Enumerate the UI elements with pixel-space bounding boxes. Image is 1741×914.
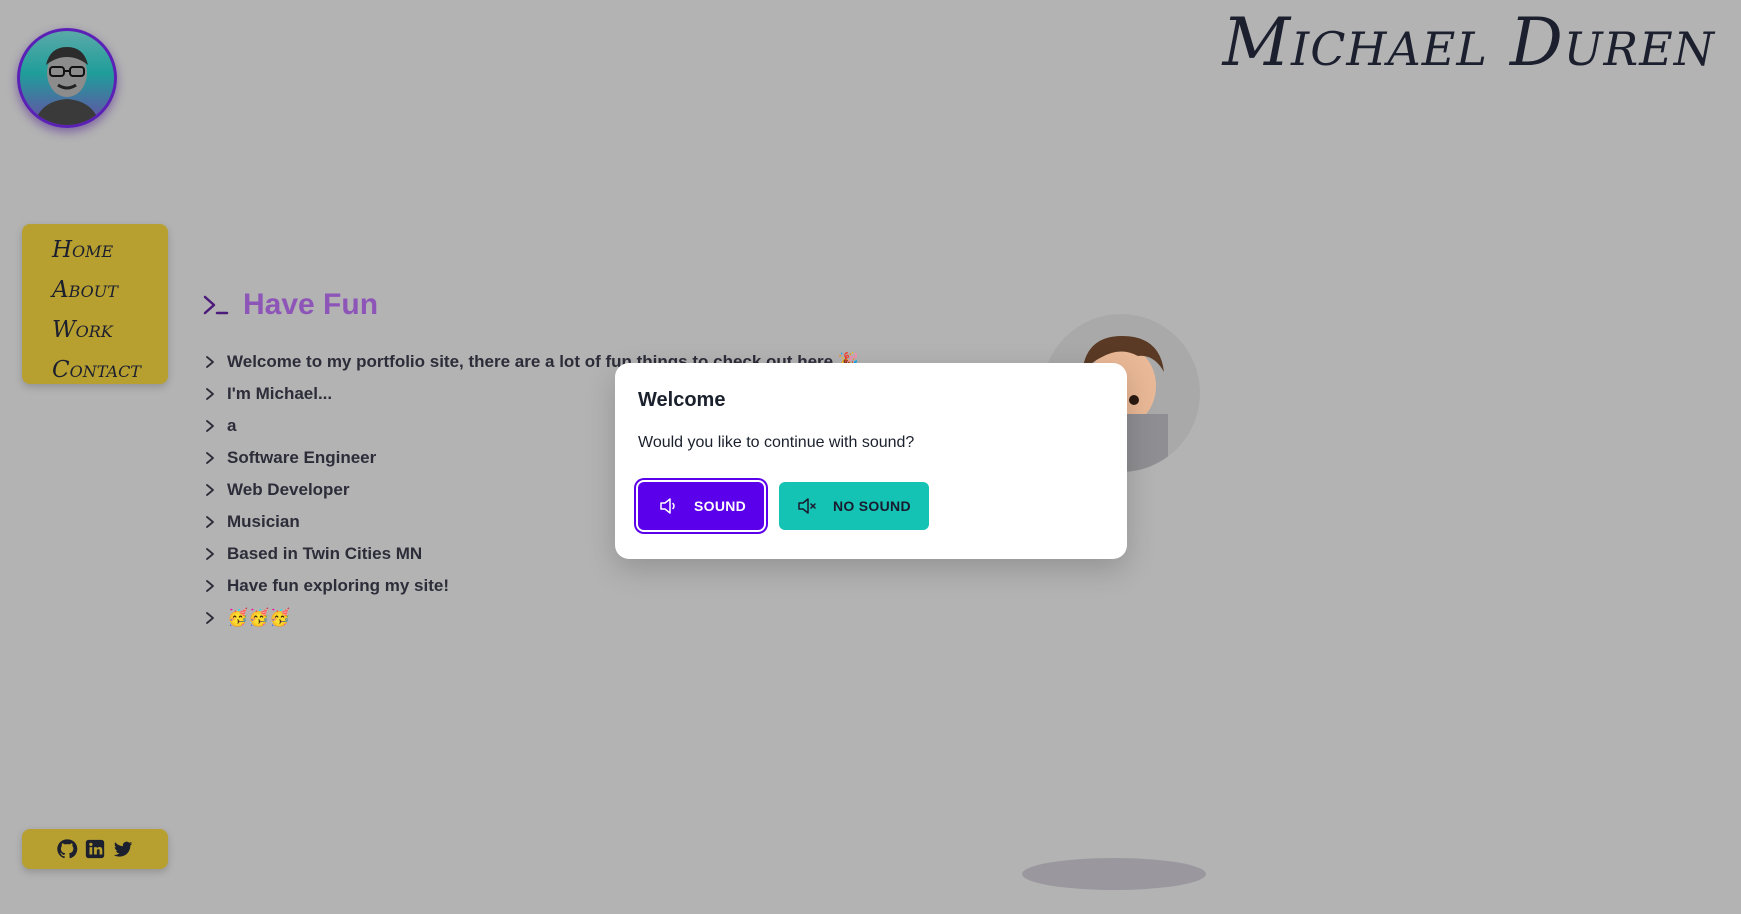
avatar[interactable] (17, 28, 117, 128)
line-text: Based in Twin Cities MN (227, 544, 423, 563)
nav-item-contact[interactable]: Contact (52, 350, 168, 390)
chevron-right-icon (206, 516, 214, 528)
heading-title: Have Fun (243, 288, 379, 321)
modal-title: Welcome (638, 389, 726, 411)
chevron-right-icon (206, 356, 214, 368)
chevron-right-icon (206, 548, 214, 560)
linkedin-icon[interactable] (84, 838, 106, 860)
nav-item-work[interactable]: Work (52, 310, 168, 350)
modal-text: Would you like to continue with sound? (638, 434, 915, 451)
line-text: Have fun exploring my site! (227, 576, 449, 595)
nav-item-home[interactable]: Home (52, 230, 168, 270)
no-sound-button-label: NO SOUND (833, 498, 911, 514)
line-text: Software Engineer (227, 448, 377, 467)
list-item: Have fun exploring my site! (203, 570, 859, 602)
line-text: 🥳🥳🥳 (227, 608, 291, 627)
welcome-modal: Welcome Would you like to continue with … (615, 363, 1127, 559)
section-heading: Have Fun (203, 288, 378, 322)
main-nav: Home About Work Contact (22, 224, 168, 384)
chevron-right-icon (206, 580, 214, 592)
mute-icon (797, 495, 819, 517)
terminal-prompt-icon (203, 295, 229, 315)
chevron-right-icon (206, 420, 214, 432)
list-item: 🥳🥳🥳 (203, 602, 859, 634)
line-text: a (227, 416, 237, 435)
sound-button-label: SOUND (694, 498, 747, 514)
line-text: Musician (227, 512, 300, 531)
no-sound-button[interactable]: NO SOUND (779, 482, 929, 530)
twitter-icon[interactable] (112, 838, 134, 860)
line-text: I'm Michael... (227, 384, 333, 403)
chevron-right-icon (206, 452, 214, 464)
modal-actions: SOUND NO SOUND (638, 482, 1104, 530)
memoji-shadow (1022, 858, 1206, 890)
chevron-right-icon (206, 612, 214, 624)
line-text: Web Developer (227, 480, 350, 499)
chevron-right-icon (206, 388, 214, 400)
github-icon[interactable] (56, 838, 78, 860)
nav-item-about[interactable]: About (52, 270, 168, 310)
speaker-icon (658, 495, 680, 517)
chevron-right-icon (206, 484, 214, 496)
social-links (22, 829, 168, 869)
site-name: Michael Duren (1222, 4, 1715, 81)
sound-button[interactable]: SOUND (638, 482, 764, 530)
